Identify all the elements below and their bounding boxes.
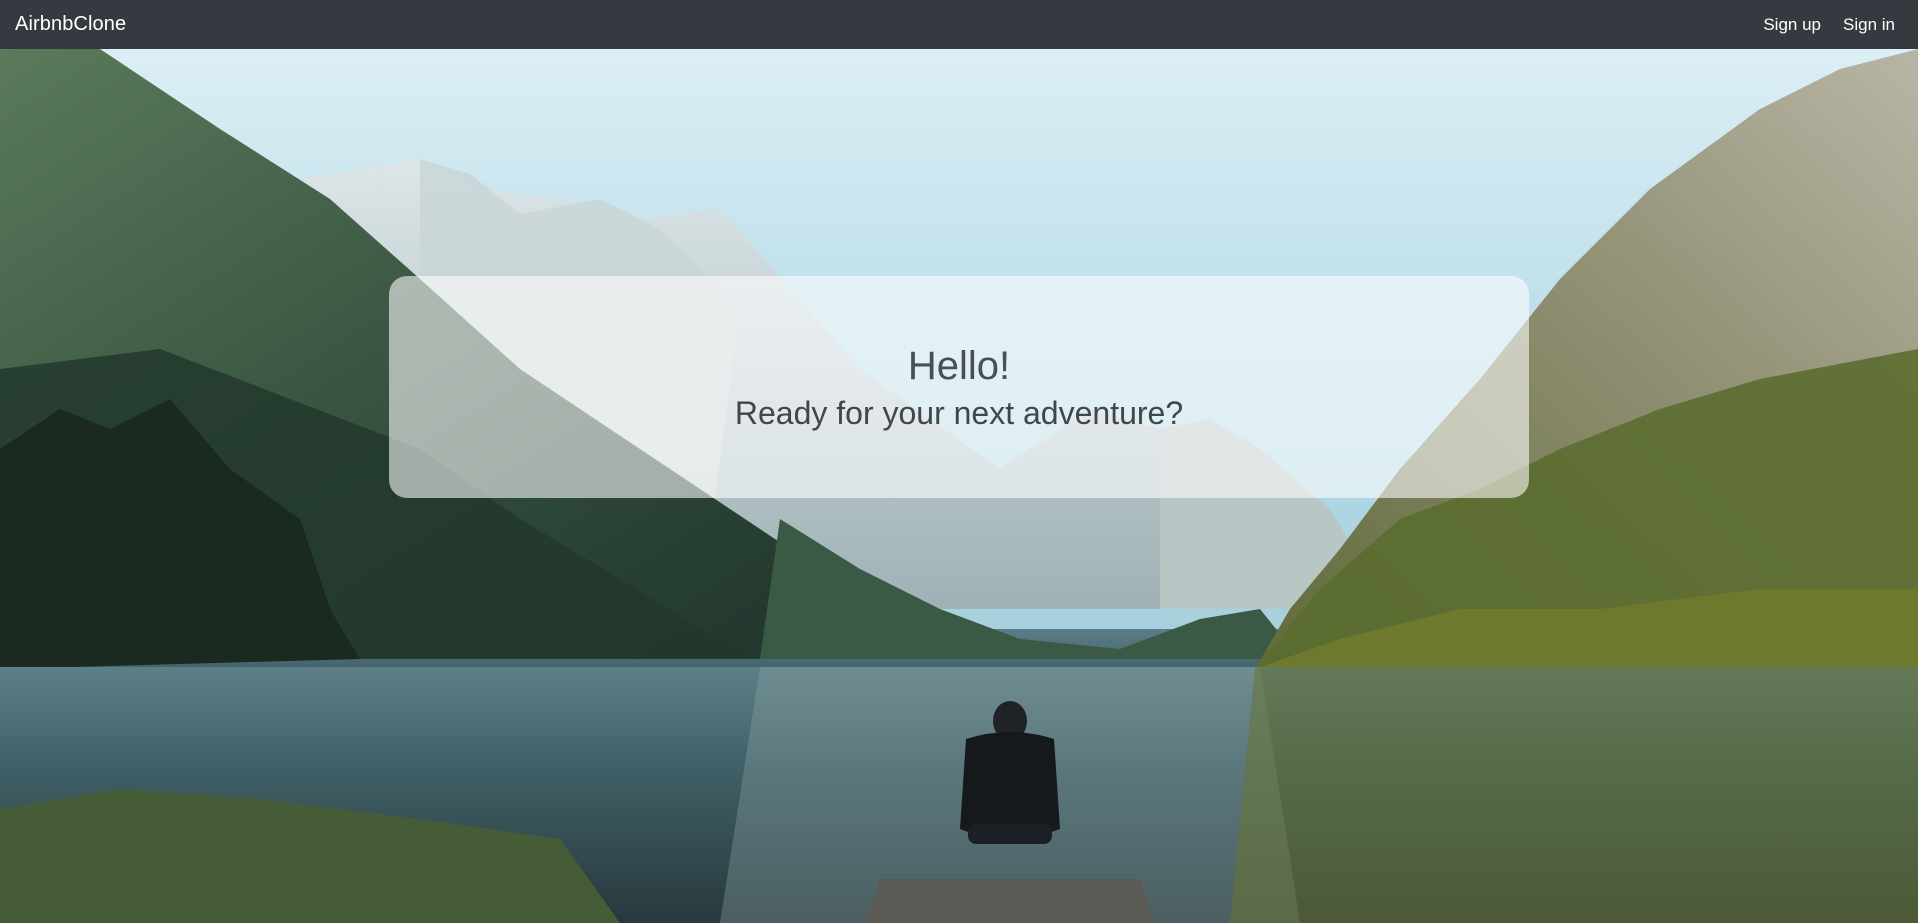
sign-in-link[interactable]: Sign in — [1843, 15, 1895, 35]
welcome-card: Hello! Ready for your next adventure? — [389, 276, 1529, 498]
sign-up-link[interactable]: Sign up — [1763, 15, 1821, 35]
hero-section: Hello! Ready for your next adventure? — [0, 49, 1918, 923]
nav-links: Sign up Sign in — [1763, 15, 1903, 35]
hero-subtitle: Ready for your next adventure? — [734, 394, 1184, 431]
hero-title: Hello! — [907, 343, 1011, 388]
top-navbar: AirbnbClone Sign up Sign in — [0, 0, 1918, 49]
brand-link[interactable]: AirbnbClone — [15, 13, 126, 36]
